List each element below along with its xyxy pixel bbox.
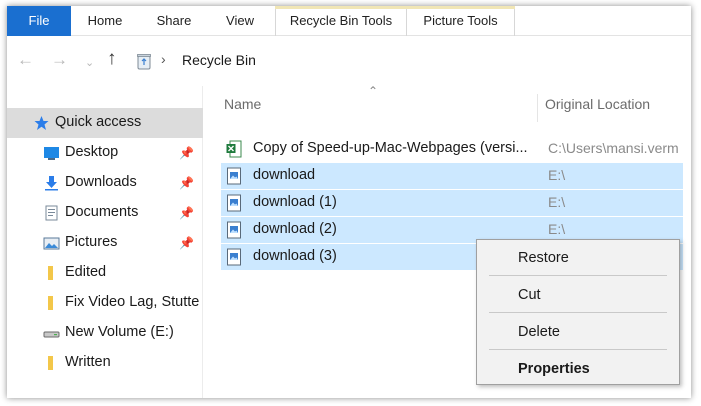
menu-item-cut[interactable]: Cut	[477, 281, 679, 309]
download-arrow-icon	[45, 176, 58, 191]
image-file-icon	[227, 221, 241, 239]
nav-label: Downloads	[65, 174, 137, 190]
table-row[interactable]: download E:\	[221, 163, 683, 189]
recent-locations-chevron-icon[interactable]: ⌄	[85, 53, 94, 73]
tab-recycle-bin-tools[interactable]: Recycle Bin Tools	[275, 6, 407, 36]
address-bar: ← → ⌄ ↑ › Recycle Bin	[7, 42, 691, 80]
tab-home[interactable]: Home	[71, 6, 139, 36]
file-name: Copy of Speed-up-Mac-Webpages (versi...	[253, 140, 528, 156]
column-header-original-location[interactable]: Original Location	[545, 96, 650, 112]
explorer-window: File Home Share View Recycle Bin Tools P…	[7, 6, 691, 398]
excel-file-icon	[226, 140, 242, 158]
file-name: download (1)	[253, 194, 337, 210]
recycle-bin-tools-accent	[275, 6, 407, 9]
tab-share[interactable]: Share	[139, 6, 209, 36]
image-file-icon	[227, 167, 241, 185]
star-icon	[34, 116, 49, 130]
file-name: download (3)	[253, 248, 337, 264]
tab-picture-tools[interactable]: Picture Tools	[407, 6, 515, 36]
desktop-icon	[44, 147, 59, 160]
menu-item-properties[interactable]: Properties	[477, 355, 679, 383]
menu-item-label: Properties	[518, 361, 590, 377]
pin-icon[interactable]: 📌	[179, 146, 194, 160]
pin-icon[interactable]: 📌	[179, 236, 194, 250]
column-header-name[interactable]: Name	[224, 96, 261, 112]
nav-label: Desktop	[65, 144, 119, 160]
breadcrumb-chevron-icon: ›	[161, 51, 166, 67]
document-icon	[45, 205, 58, 221]
file-original-location: C:\Users\mansi.verm	[548, 140, 679, 156]
folder-icon	[48, 296, 53, 310]
nav-item-pictures[interactable]: Pictures 📌	[7, 228, 203, 258]
menu-item-delete[interactable]: Delete	[477, 318, 679, 346]
menu-item-label: Delete	[518, 324, 560, 340]
picture-tools-accent	[407, 6, 515, 9]
nav-item-downloads[interactable]: Downloads 📌	[7, 168, 203, 198]
nav-label: Documents	[65, 204, 139, 220]
navigation-pane: Quick access Desktop 📌 Downloads 📌 Docum…	[7, 86, 203, 398]
menu-separator	[489, 275, 667, 276]
nav-item-documents[interactable]: Documents 📌	[7, 198, 203, 228]
back-arrow-icon[interactable]: ←	[17, 50, 34, 70]
nav-item-fix-video-lag[interactable]: Fix Video Lag, Stutte	[7, 288, 203, 318]
folder-icon	[48, 266, 53, 280]
up-arrow-icon[interactable]: ↑	[107, 49, 117, 69]
menu-item-label: Restore	[518, 250, 569, 266]
nav-label: Quick access	[55, 114, 142, 130]
nav-label: Pictures	[65, 234, 118, 250]
file-name: download (2)	[253, 221, 337, 237]
sort-ascending-icon: ⌃	[368, 84, 379, 98]
tab-view[interactable]: View	[209, 6, 271, 36]
nav-label: New Volume (E:)	[65, 324, 174, 340]
nav-item-written[interactable]: Written	[7, 348, 203, 378]
ribbon-tabs: File Home Share View Recycle Bin Tools P…	[7, 6, 691, 36]
pin-icon[interactable]: 📌	[179, 206, 194, 220]
nav-label: Fix Video Lag, Stutte	[65, 294, 200, 310]
folder-icon	[48, 356, 53, 370]
nav-item-desktop[interactable]: Desktop 📌	[7, 138, 203, 168]
nav-item-edited[interactable]: Edited	[7, 258, 203, 288]
file-original-location: E:\	[548, 167, 566, 183]
nav-item-quick-access[interactable]: Quick access	[7, 108, 203, 138]
file-name: download	[253, 167, 316, 183]
nav-label: Edited	[65, 264, 107, 280]
image-file-icon	[227, 248, 241, 266]
nav-label: Written	[65, 354, 111, 370]
menu-item-restore[interactable]: Restore	[477, 244, 679, 272]
menu-separator	[489, 349, 667, 350]
menu-separator	[489, 312, 667, 313]
drive-icon	[43, 331, 60, 338]
pin-icon[interactable]: 📌	[179, 176, 194, 190]
table-row[interactable]: Copy of Speed-up-Mac-Webpages (versi... …	[221, 136, 683, 162]
pictures-icon	[43, 237, 60, 250]
column-divider[interactable]	[537, 94, 538, 122]
image-file-icon	[227, 194, 241, 212]
nav-item-new-volume[interactable]: New Volume (E:)	[7, 318, 203, 348]
forward-arrow-icon[interactable]: →	[51, 50, 68, 70]
recycle-bin-icon	[137, 54, 151, 70]
file-original-location: E:\	[548, 194, 566, 210]
breadcrumb-recycle-bin[interactable]: Recycle Bin	[182, 52, 256, 68]
menu-item-label: Cut	[518, 287, 541, 303]
file-original-location: E:\	[548, 221, 566, 237]
context-menu: Restore Cut Delete Properties	[476, 239, 680, 385]
table-row[interactable]: download (1) E:\	[221, 190, 683, 216]
tab-file[interactable]: File	[7, 6, 71, 36]
